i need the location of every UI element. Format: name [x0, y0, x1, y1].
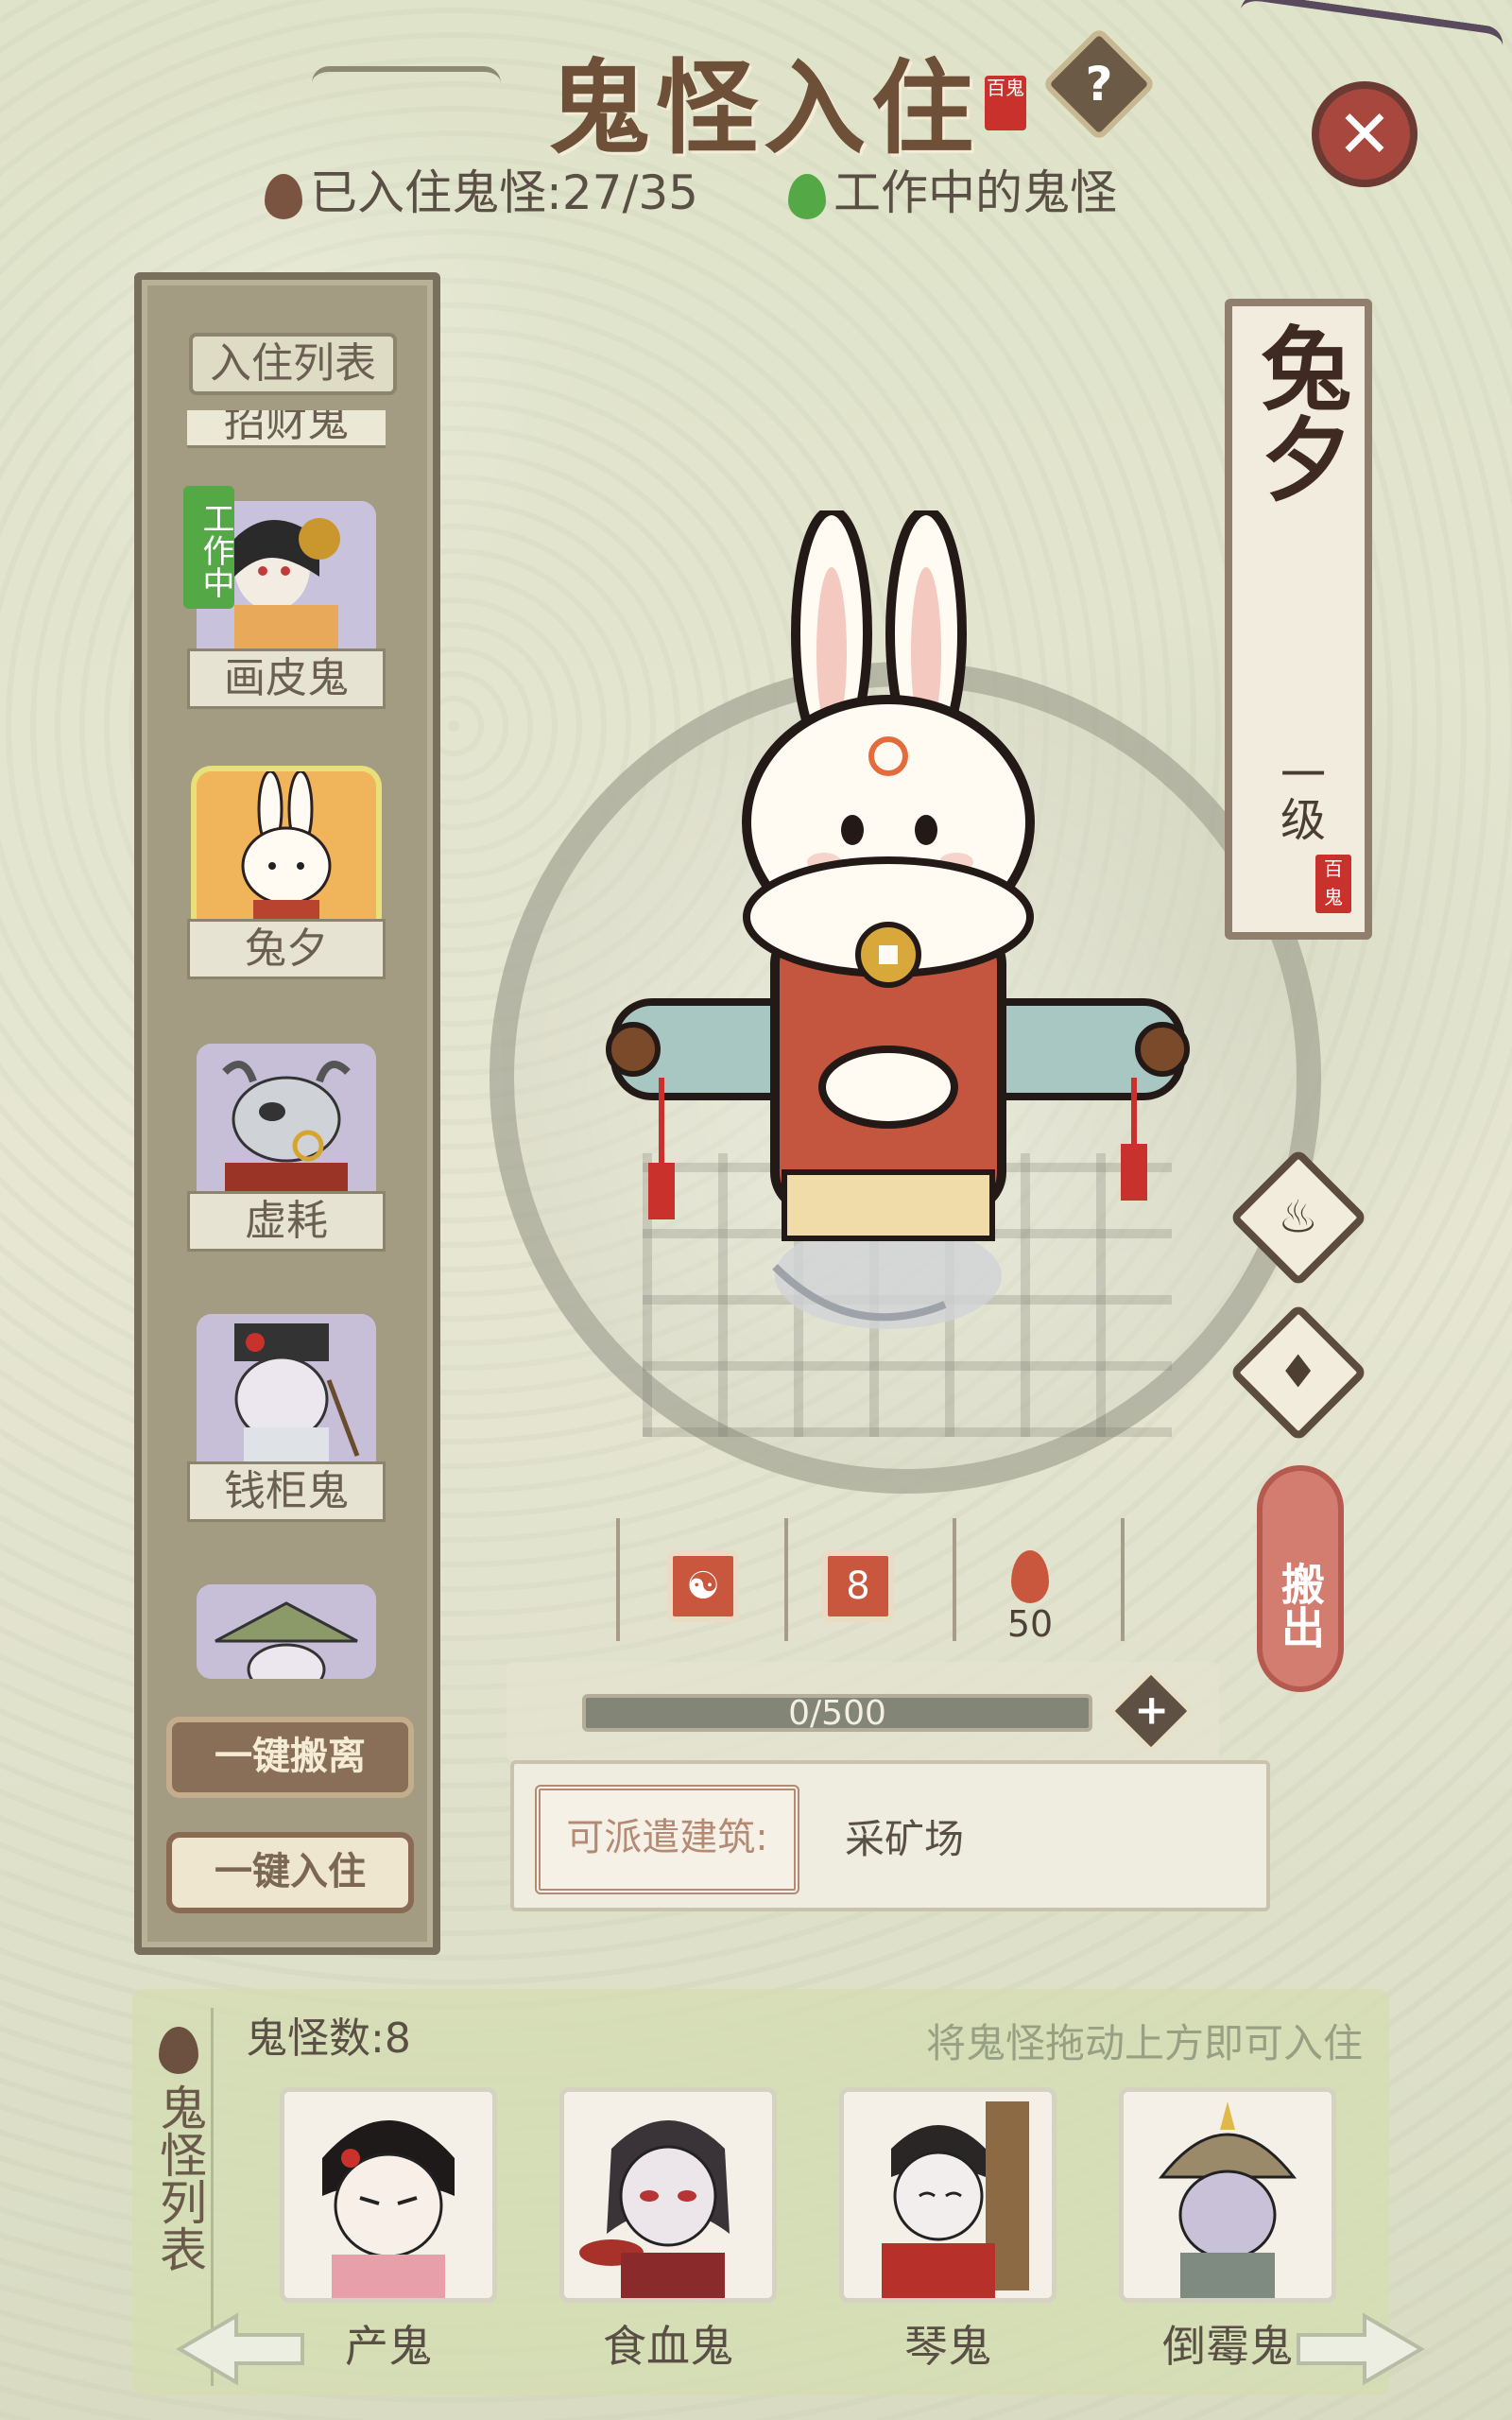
resident-name: 兔夕 — [187, 919, 386, 979]
ghost-name-scroll: 兔夕 一级 百鬼 — [1225, 299, 1372, 940]
resident-item-partial-bottom[interactable] — [187, 1584, 386, 1679]
roster-card-shixuegui[interactable]: 食血鬼 — [552, 2087, 784, 2372]
experience-row: 0/500 + — [507, 1662, 1219, 1762]
resident-name: 画皮鬼 — [187, 648, 386, 709]
flame-icon — [158, 2027, 198, 2074]
resident-portrait — [197, 1584, 376, 1679]
divider — [784, 1518, 788, 1641]
resident-list-panel: 入住列表 招财鬼 工作中 画皮鬼 兔夕 虚耗 钱柜鬼 一键搬离 一键入住 — [134, 272, 440, 1955]
resident-list-title: 入住列表 — [189, 333, 397, 395]
ghost-roster-panel: 鬼怪列表 鬼怪数:8 将鬼怪拖动上方即可入住 产鬼 食血鬼 琴鬼 倒霉鬼 — [132, 1989, 1389, 2395]
divider — [953, 1518, 956, 1641]
roster-card-qingui[interactable]: 琴鬼 — [832, 2087, 1064, 2372]
name-seal: 百鬼 — [1315, 855, 1351, 913]
drag-hint: 将鬼怪拖动上方即可入住 — [925, 2020, 1363, 2066]
resident-item-xuhao[interactable]: 虚耗 — [187, 1044, 386, 1261]
money-bag-icon: ♦ — [1278, 1346, 1319, 1399]
green-flame-icon — [788, 173, 826, 219]
add-all-button[interactable]: 一键入住 — [166, 1832, 414, 1913]
assignable-building-value[interactable]: 采矿场 — [845, 1785, 964, 1894]
close-icon: ✕ — [1336, 95, 1393, 173]
divider — [616, 1518, 620, 1641]
roster-card-name: 食血鬼 — [603, 2321, 733, 2372]
selected-ghost-rabbit-illustration — [606, 510, 1190, 1329]
cloud-swirl-left — [312, 66, 501, 100]
ox-ghost-illustration — [197, 1044, 376, 1204]
working-count-stat: 工作中的鬼怪 — [788, 155, 1117, 223]
roster-card-portrait — [839, 2087, 1057, 2303]
question-icon: ? — [1085, 57, 1113, 112]
resident-item-tuxi[interactable]: 兔夕 — [187, 771, 386, 989]
fire-icon — [1011, 1550, 1049, 1603]
ghost-level: 一级 — [1272, 751, 1325, 841]
resident-portrait — [197, 771, 376, 932]
resident-item-huapigui[interactable]: 工作中 画皮鬼 — [183, 486, 386, 718]
resident-portrait — [197, 1314, 376, 1475]
scroll-right-arrow[interactable] — [1289, 2307, 1431, 2392]
roster-card-portrait — [1119, 2087, 1336, 2303]
roster-card-portrait — [559, 2087, 777, 2303]
flame-swirl-icon: ♨ — [1278, 1191, 1319, 1244]
resident-item-partial[interactable]: 招财鬼 — [187, 410, 386, 448]
yin-yang-icon: ☯ — [667, 1550, 739, 1622]
resident-item-qianguigui[interactable]: 钱柜鬼 — [187, 1314, 386, 1531]
resident-name: 钱柜鬼 — [187, 1461, 386, 1522]
badge-stat[interactable]: 8 — [801, 1550, 915, 1664]
close-button[interactable]: ✕ — [1312, 81, 1418, 187]
move-out-button[interactable]: 搬出 — [1257, 1465, 1344, 1692]
blood-eating-ghost-illustration — [564, 2092, 772, 2298]
money-cabinet-ghost-illustration — [197, 1314, 376, 1475]
ghost-name: 兔夕 — [1246, 321, 1352, 503]
flame-icon — [265, 173, 302, 219]
ghost-count: 鬼怪数:8 — [246, 2014, 411, 2063]
birth-ghost-illustration — [284, 2092, 492, 2298]
header: 鬼怪入住 百鬼 ? — [312, 19, 1162, 168]
roster-title: 鬼怪列表 — [152, 2083, 207, 2273]
divider — [1121, 1518, 1125, 1641]
roster-card-name: 琴鬼 — [904, 2321, 991, 2372]
add-experience-button[interactable]: + — [1108, 1668, 1194, 1754]
unlucky-ghost-illustration — [1124, 2092, 1332, 2298]
zither-ghost-illustration — [844, 2092, 1052, 2298]
rabbit-ghost-illustration — [197, 771, 376, 932]
experience-text: 0/500 — [788, 1694, 886, 1733]
ghost-portrait-partial — [197, 1584, 376, 1679]
fire-value: 50 — [1006, 1603, 1054, 1645]
plus-icon: + — [1134, 1685, 1170, 1735]
assignable-building-label: 可派遣建筑: — [535, 1785, 799, 1894]
resident-portrait — [197, 1044, 376, 1204]
remove-all-button[interactable]: 一键搬离 — [166, 1717, 414, 1798]
assignable-building-row: 可派遣建筑: 采矿场 — [510, 1760, 1270, 1911]
element-stat[interactable]: ☯ — [646, 1550, 760, 1664]
scroll-left-arrow[interactable] — [170, 2307, 312, 2392]
help-button[interactable]: ? — [1041, 26, 1157, 142]
resident-count-stat: 已入住鬼怪:27/35 — [265, 155, 698, 223]
title-seal: 百鬼 — [985, 76, 1026, 130]
experience-bar: 0/500 — [582, 1694, 1092, 1733]
roster-card-portrait — [280, 2087, 497, 2303]
badge-icon: 8 — [822, 1550, 894, 1622]
fire-stat[interactable]: 50 — [973, 1550, 1087, 1664]
page-title: 鬼怪入住 — [548, 49, 980, 168]
resident-name: 虚耗 — [187, 1191, 386, 1252]
working-tag: 工作中 — [183, 486, 234, 609]
